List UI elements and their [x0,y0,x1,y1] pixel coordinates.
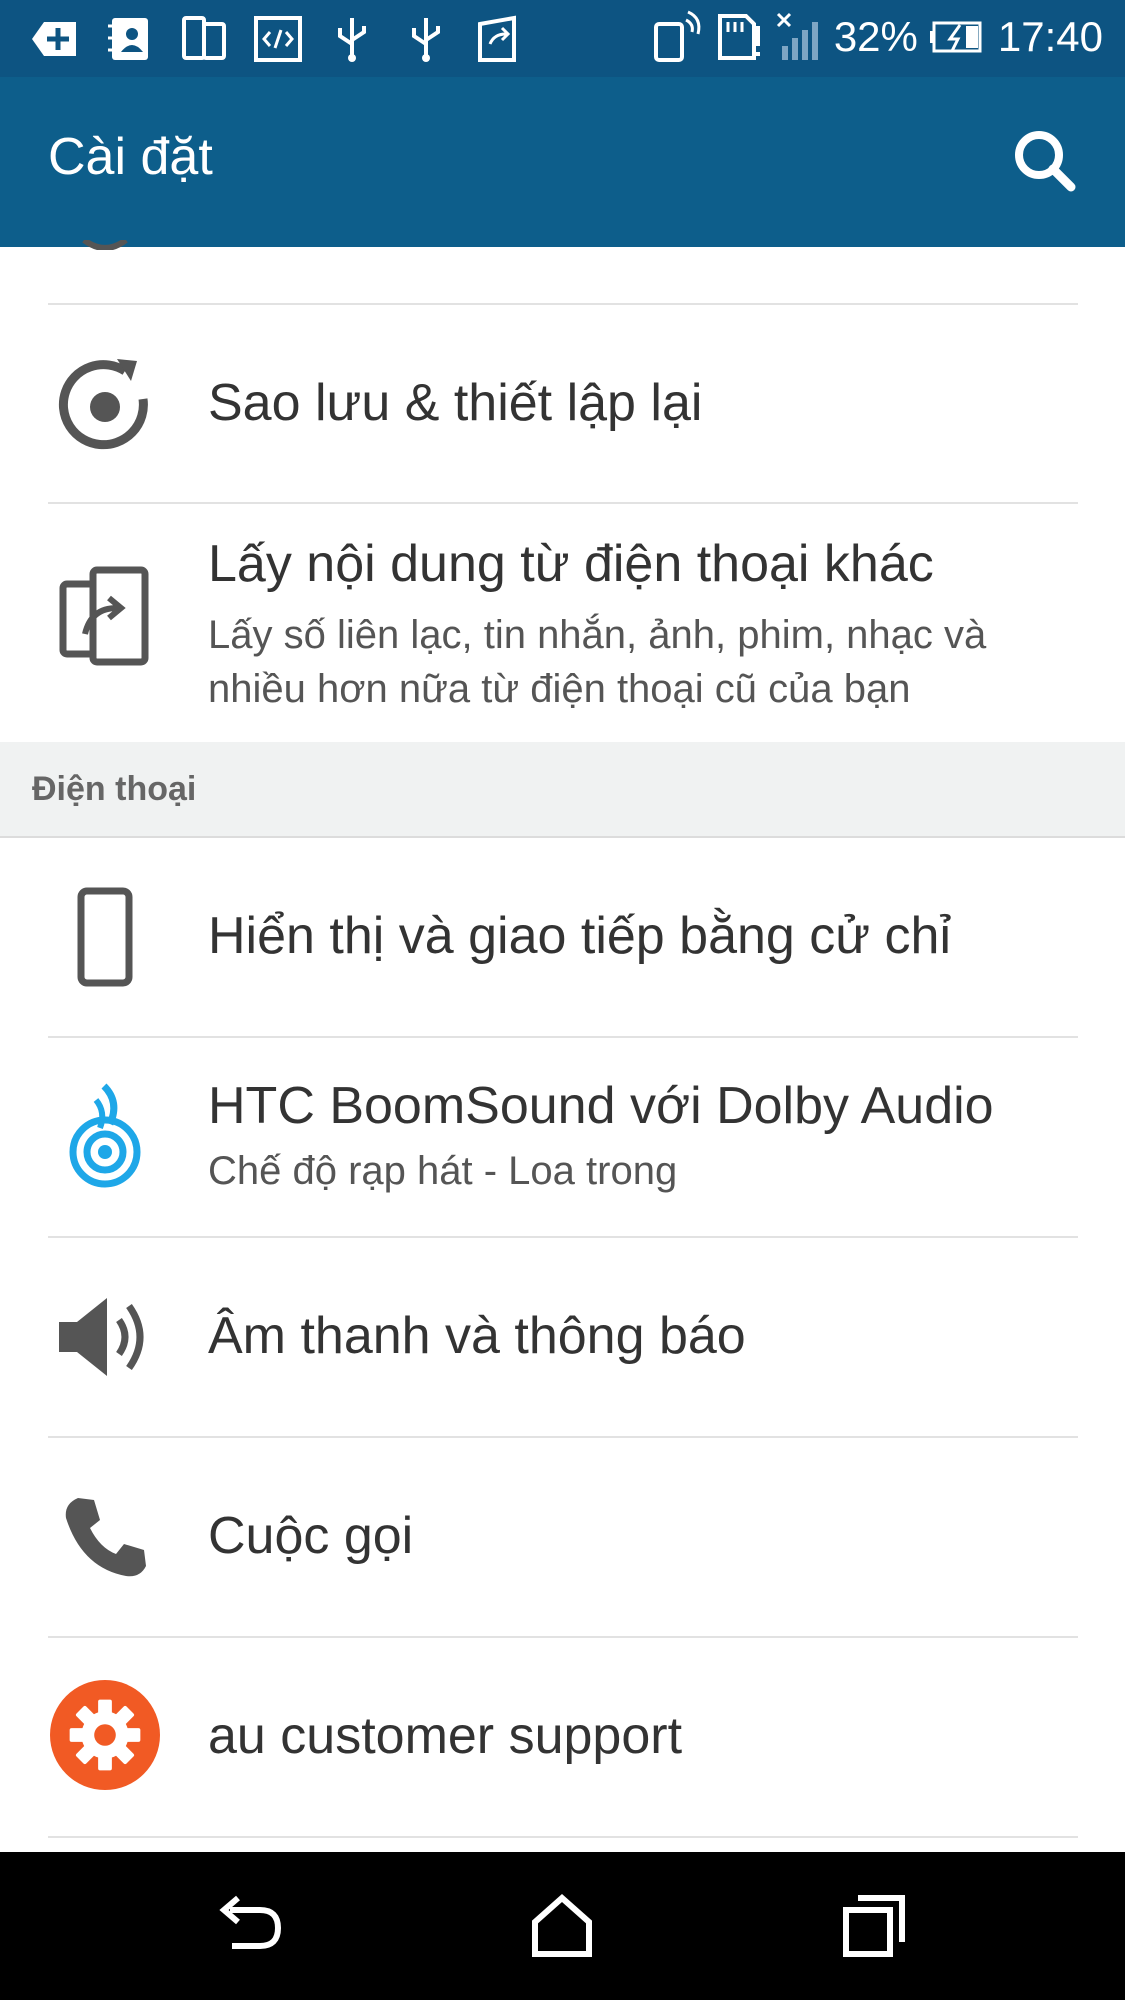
app-bar: Cài đặt [0,77,1125,247]
back-icon[interactable] [216,1890,286,1960]
page-title: Cài đặt [48,128,213,186]
list-item-subtitle: Chế độ rạp hát - Loa trong [208,1149,678,1193]
list-item-title: Cuộc gọi [208,1507,414,1565]
list-item-title: au customer support [208,1707,683,1765]
list-item-backup-reset[interactable]: Sao lưu & thiết lập lại [0,305,1125,501]
divider [48,1836,1078,1838]
au-support-gear-icon [50,1680,160,1790]
list-item-title: Lấy nội dung từ điện thoại khác [208,535,934,593]
list-item-sound-notifications[interactable]: Âm thanh và thông báo [0,1238,1125,1436]
list-item-subtitle: Lấy số liên lạc, tin nhắn, ảnh, phim, nh… [208,613,987,711]
nfc-phone-icon [653,10,701,62]
section-header-label: Điện thoại [32,770,197,808]
list-item-display-gestures[interactable]: Hiển thị và giao tiếp bằng cử chỉ [0,838,1125,1036]
transfer-content-icon [59,566,149,666]
transfer-icon [478,15,516,62]
list-item-title: HTC BoomSound với Dolby Audio [208,1077,994,1135]
status-icons-left [30,14,526,64]
phone-display-icon [77,887,133,987]
home-icon[interactable] [527,1890,597,1960]
speaker-icon [59,1298,144,1376]
boomsound-icon [69,1083,141,1188]
usb-icon [412,18,440,62]
list-item-boomsound[interactable]: HTC BoomSound với Dolby Audio Chế độ rạp… [0,1038,1125,1236]
section-header: Điện thoại [0,742,1125,838]
recents-icon[interactable] [840,1890,910,1960]
signal-off-icon [776,12,818,60]
add-icon [32,22,76,56]
list-item-title: Âm thanh và thông báo [208,1307,746,1365]
list-item-calls[interactable]: Cuộc gọi [0,1438,1125,1636]
sd-card-icon [717,14,760,60]
contacts-icon [108,18,148,60]
list-item-transfer-content[interactable]: Lấy nội dung từ điện thoại khác Lấy số l… [0,504,1125,742]
list-item-title: Hiển thị và giao tiếp bằng cử chỉ [208,907,952,965]
dual-sim-icon [182,16,226,60]
battery-charging-icon [929,21,982,53]
battery-percent: 32% [833,13,918,60]
backup-reset-icon [58,359,148,450]
status-icons-right: 32% 17:40 [652,10,1103,64]
list-item-au-support[interactable]: au customer support [0,1638,1125,1836]
clock: 17:40 [997,13,1103,60]
phone-call-icon [65,1498,146,1577]
list-item-title: Sao lưu & thiết lập lại [208,374,703,432]
search-icon[interactable] [1009,125,1079,195]
usb-icon [338,18,366,62]
status-bar: 32% 17:40 [0,0,1125,77]
developer-icon [254,16,302,62]
partial-item-icon [82,240,128,250]
navigation-bar [0,1852,1125,2000]
